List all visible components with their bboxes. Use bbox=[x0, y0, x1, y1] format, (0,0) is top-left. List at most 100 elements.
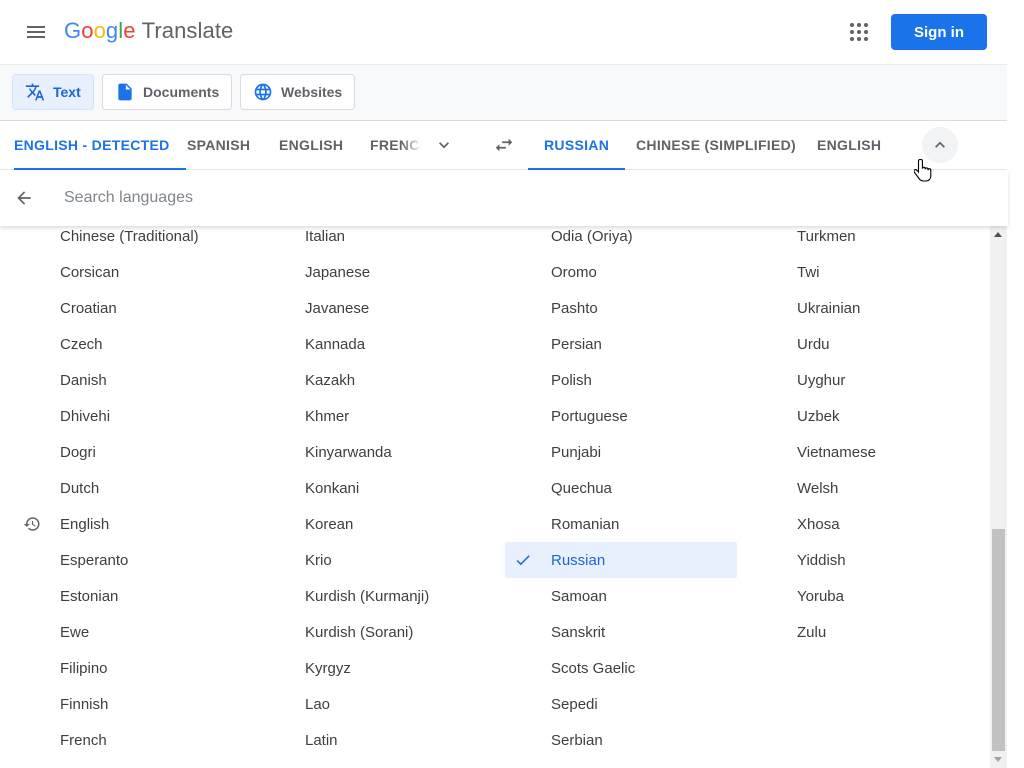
language-option-label: Kurdish (Kurmanji) bbox=[305, 587, 430, 605]
language-option-label: Scots Gaelic bbox=[551, 659, 636, 677]
mode-tab-label: Documents bbox=[143, 84, 220, 100]
logo-wordmark: Google bbox=[64, 18, 136, 44]
language-option-kannada[interactable]: Kannada bbox=[259, 326, 491, 362]
language-option-label: Russian bbox=[551, 551, 606, 569]
source-lang-french[interactable]: FRENCH bbox=[370, 121, 422, 169]
language-option-urdu[interactable]: Urdu bbox=[751, 326, 983, 362]
language-option-welsh[interactable]: Welsh bbox=[751, 470, 983, 506]
back-button[interactable] bbox=[6, 180, 42, 216]
language-option-label: French bbox=[60, 731, 107, 749]
language-option-javanese[interactable]: Javanese bbox=[259, 290, 491, 326]
language-option-zulu[interactable]: Zulu bbox=[751, 614, 983, 650]
language-option-label: Croatian bbox=[60, 299, 117, 317]
language-option-konkani[interactable]: Konkani bbox=[259, 470, 491, 506]
language-option-russian[interactable]: Russian bbox=[505, 542, 737, 578]
source-lang-spanish[interactable]: SPANISH bbox=[187, 121, 250, 169]
language-option-filipino[interactable]: Filipino bbox=[14, 650, 246, 686]
language-option-label: Portuguese bbox=[551, 407, 628, 425]
language-option-pashto[interactable]: Pashto bbox=[505, 290, 737, 326]
language-option-oromo[interactable]: Oromo bbox=[505, 254, 737, 290]
language-option-uzbek[interactable]: Uzbek bbox=[751, 398, 983, 434]
language-option-finnish[interactable]: Finnish bbox=[14, 686, 246, 722]
language-option-label: Quechua bbox=[551, 479, 612, 497]
main-menu-button[interactable] bbox=[16, 12, 56, 52]
google-apps-button[interactable] bbox=[839, 12, 879, 52]
language-option-persian[interactable]: Persian bbox=[505, 326, 737, 362]
scrollbar-thumb[interactable] bbox=[992, 529, 1005, 751]
language-option-czech[interactable]: Czech bbox=[14, 326, 246, 362]
language-option-label: Latin bbox=[305, 731, 338, 749]
mode-tab-text[interactable]: Text bbox=[12, 74, 94, 110]
language-option-latin[interactable]: Latin bbox=[259, 722, 491, 758]
language-option-serbian[interactable]: Serbian bbox=[505, 722, 737, 758]
language-option-portuguese[interactable]: Portuguese bbox=[505, 398, 737, 434]
language-option-dutch[interactable]: Dutch bbox=[14, 470, 246, 506]
language-option-label: Krio bbox=[305, 551, 332, 569]
language-list-scrollbar[interactable] bbox=[990, 226, 1007, 768]
language-option-sanskrit[interactable]: Sanskrit bbox=[505, 614, 737, 650]
language-option-quechua[interactable]: Quechua bbox=[505, 470, 737, 506]
language-option-sepedi[interactable]: Sepedi bbox=[505, 686, 737, 722]
language-option-label: Dogri bbox=[60, 443, 96, 461]
language-option-french[interactable]: French bbox=[14, 722, 246, 758]
language-option-label: Polish bbox=[551, 371, 592, 389]
language-option-samoan[interactable]: Samoan bbox=[505, 578, 737, 614]
language-option-label: Chinese (Traditional) bbox=[60, 227, 199, 245]
mode-tab-documents[interactable]: Documents bbox=[102, 74, 232, 110]
source-lang-english-detected[interactable]: ENGLISH - DETECTED bbox=[14, 121, 186, 170]
language-option-label: Filipino bbox=[60, 659, 108, 677]
language-option-xhosa[interactable]: Xhosa bbox=[751, 506, 983, 542]
language-option-khmer[interactable]: Khmer bbox=[259, 398, 491, 434]
language-option-romanian[interactable]: Romanian bbox=[505, 506, 737, 542]
language-option-uyghur[interactable]: Uyghur bbox=[751, 362, 983, 398]
language-option-punjabi[interactable]: Punjabi bbox=[505, 434, 737, 470]
language-option-english[interactable]: English bbox=[14, 506, 246, 542]
language-option-kurdish-sorani[interactable]: Kurdish (Sorani) bbox=[259, 614, 491, 650]
language-option-label: Czech bbox=[60, 335, 103, 353]
language-option-ewe[interactable]: Ewe bbox=[14, 614, 246, 650]
language-option-kinyarwanda[interactable]: Kinyarwanda bbox=[259, 434, 491, 470]
translate-icon bbox=[25, 82, 45, 102]
language-option-scots-gaelic[interactable]: Scots Gaelic bbox=[505, 650, 737, 686]
language-option-esperanto[interactable]: Esperanto bbox=[14, 542, 246, 578]
language-option-label: Esperanto bbox=[60, 551, 129, 569]
scroll-up-arrow[interactable] bbox=[994, 232, 1002, 237]
language-option-label: Oromo bbox=[551, 263, 597, 281]
language-option-kazakh[interactable]: Kazakh bbox=[259, 362, 491, 398]
language-option-corsican[interactable]: Corsican bbox=[14, 254, 246, 290]
language-option-japanese[interactable]: Japanese bbox=[259, 254, 491, 290]
swap-languages-button[interactable] bbox=[486, 127, 522, 163]
language-column: Chinese (Traditional) Corsican Croatian Cze… bbox=[14, 218, 246, 758]
source-more-languages-button[interactable] bbox=[426, 127, 462, 163]
target-lang-chinese-simplified[interactable]: CHINESE (SIMPLIFIED) bbox=[636, 121, 796, 169]
language-option-vietnamese[interactable]: Vietnamese bbox=[751, 434, 983, 470]
target-lang-english[interactable]: ENGLISH bbox=[817, 121, 881, 169]
language-option-kyrgyz[interactable]: Kyrgyz bbox=[259, 650, 491, 686]
language-option-kurdish-kurmanji[interactable]: Kurdish (Kurmanji) bbox=[259, 578, 491, 614]
source-lang-english[interactable]: ENGLISH bbox=[279, 121, 343, 169]
language-option-label: Persian bbox=[551, 335, 602, 353]
sign-in-button[interactable]: Sign in bbox=[891, 14, 987, 50]
language-option-polish[interactable]: Polish bbox=[505, 362, 737, 398]
language-option-yoruba[interactable]: Yoruba bbox=[751, 578, 983, 614]
language-option-yiddish[interactable]: Yiddish bbox=[751, 542, 983, 578]
language-option-dogri[interactable]: Dogri bbox=[14, 434, 246, 470]
language-option-lao[interactable]: Lao bbox=[259, 686, 491, 722]
mode-tab-websites[interactable]: Websites bbox=[240, 74, 355, 110]
language-option-korean[interactable]: Korean bbox=[259, 506, 491, 542]
logo-letter: e bbox=[123, 18, 136, 43]
language-option-estonian[interactable]: Estonian bbox=[14, 578, 246, 614]
language-option-croatian[interactable]: Croatian bbox=[14, 290, 246, 326]
language-option-twi[interactable]: Twi bbox=[751, 254, 983, 290]
language-column: Italian Japanese Javanese Kannada Kazakh Khme… bbox=[259, 218, 491, 758]
language-option-ukrainian[interactable]: Ukrainian bbox=[751, 290, 983, 326]
language-option-krio[interactable]: Krio bbox=[259, 542, 491, 578]
language-option-dhivehi[interactable]: Dhivehi bbox=[14, 398, 246, 434]
target-lang-russian[interactable]: RUSSIAN bbox=[528, 121, 626, 170]
search-languages-input[interactable] bbox=[64, 184, 664, 212]
logo-letter: o bbox=[93, 18, 106, 43]
language-option-label: Punjabi bbox=[551, 443, 602, 461]
scroll-down-arrow[interactable] bbox=[994, 757, 1002, 762]
language-option-danish[interactable]: Danish bbox=[14, 362, 246, 398]
google-translate-logo[interactable]: Google Translate bbox=[64, 18, 233, 44]
